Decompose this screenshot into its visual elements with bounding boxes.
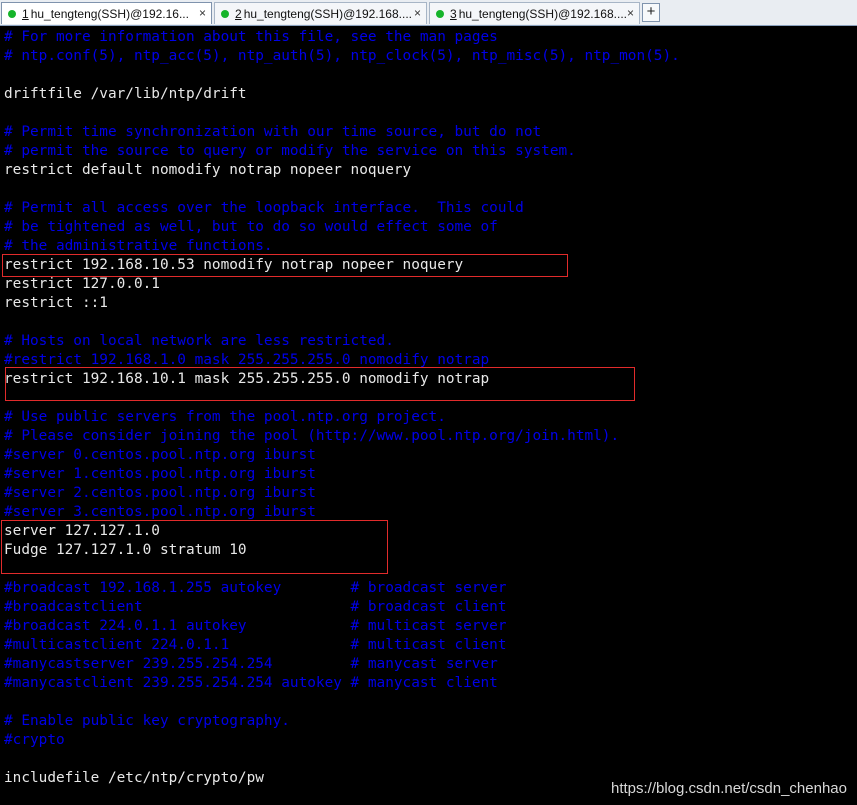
connected-status-icon — [221, 9, 229, 18]
comment-line: # Use public servers from the pool.ntp.o… — [4, 409, 446, 425]
close-icon[interactable]: × — [414, 6, 421, 20]
comment-line: #server 2.centos.pool.ntp.org iburst — [4, 485, 316, 501]
comment-line: # permit the source to query or modify t… — [4, 143, 576, 159]
terminal-screen[interactable]: # For more information about this file, … — [0, 26, 857, 805]
comment-line: # For more information about this file, … — [4, 29, 498, 45]
connected-status-icon — [436, 9, 444, 18]
comment-line: # Permit time synchronization with our t… — [4, 124, 542, 140]
comment-line: # Permit all access over the loopback in… — [4, 200, 524, 216]
config-line: driftfile /var/lib/ntp/drift — [4, 86, 247, 102]
comment-line: #server 1.centos.pool.ntp.org iburst — [4, 466, 316, 482]
close-icon[interactable]: × — [627, 6, 634, 20]
tab-title: hu_tengteng(SSH)@192.168.... — [243, 6, 412, 21]
tab-session-2[interactable]: 2 hu_tengteng(SSH)@192.168.... × — [214, 2, 427, 24]
tab-session-1[interactable]: 1 hu_tengteng(SSH)@192.16... × — [1, 2, 212, 24]
comment-line: # Hosts on local network are less restri… — [4, 333, 394, 349]
comment-line: #multicastclient 224.0.1.1 # multicast c… — [4, 637, 507, 653]
new-tab-button[interactable]: + — [642, 3, 660, 22]
tab-number: 1 — [22, 6, 29, 21]
tab-number: 3 — [450, 6, 457, 21]
comment-line: # be tightened as well, but to do so wou… — [4, 219, 498, 235]
highlight-box-restrict-host — [2, 254, 568, 277]
connected-status-icon — [8, 9, 16, 18]
watermark: https://blog.csdn.net/csdn_chenhao — [610, 780, 847, 797]
highlight-box-local-clock-server — [1, 520, 388, 574]
comment-line: #broadcastclient # broadcast client — [4, 599, 507, 615]
highlight-box-restrict-network — [5, 367, 635, 401]
config-line: restrict 127.0.0.1 — [4, 276, 160, 292]
comment-line: #crypto — [4, 732, 65, 748]
config-line: includefile /etc/ntp/crypto/pw — [4, 770, 264, 786]
config-line: restrict default nomodify notrap nopeer … — [4, 162, 412, 178]
tab-number: 2 — [235, 6, 242, 21]
tab-bar: 1 hu_tengteng(SSH)@192.16... × 2 hu_teng… — [0, 0, 857, 26]
tab-title: hu_tengteng(SSH)@192.168.... — [458, 6, 627, 21]
comment-line: # Please consider joining the pool (http… — [4, 428, 620, 444]
tab-title: hu_tengteng(SSH)@192.16... — [30, 6, 189, 21]
tab-session-3[interactable]: 3 hu_tengteng(SSH)@192.168.... × — [429, 2, 640, 24]
comment-line: #broadcast 224.0.1.1 autokey # multicast… — [4, 618, 507, 634]
comment-line: #broadcast 192.168.1.255 autokey # broad… — [4, 580, 507, 596]
comment-line: #manycastclient 239.255.254.254 autokey … — [4, 675, 498, 691]
comment-line: #manycastserver 239.255.254.254 # manyca… — [4, 656, 498, 672]
comment-line: # ntp.conf(5), ntp_acc(5), ntp_auth(5), … — [4, 48, 680, 64]
config-line: restrict ::1 — [4, 295, 108, 311]
comment-line: # Enable public key cryptography. — [4, 713, 290, 729]
comment-line: #server 0.centos.pool.ntp.org iburst — [4, 447, 316, 463]
close-icon[interactable]: × — [199, 6, 206, 20]
